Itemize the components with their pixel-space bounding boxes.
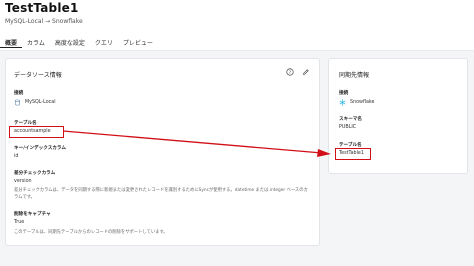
connection-label: 接続 bbox=[14, 91, 24, 96]
edit-icon[interactable] bbox=[301, 68, 310, 77]
page-title: TestTable1 bbox=[5, 1, 79, 15]
dest-connection-label: 接続 bbox=[339, 91, 349, 96]
capture-deletes-label: 削除をキャプチャ bbox=[14, 212, 51, 217]
capture-deletes-description: このテーブルは、同期先テーブルからのレコードの削除をサポートしています。 bbox=[14, 230, 168, 235]
data-source-card-title: データソース情報 bbox=[14, 72, 62, 79]
data-source-card: データソース情報 ? 接続 MySQL-Local テーブル名 accounts… bbox=[5, 58, 320, 246]
source-connection: MySQL-Local bbox=[14, 99, 56, 106]
capture-deletes-value: True bbox=[14, 220, 25, 225]
dest-table-highlight bbox=[335, 148, 371, 160]
diff-check-column-label: 差分チェックカラム bbox=[14, 171, 56, 176]
snowflake-icon bbox=[339, 99, 346, 106]
dest-connection-value: Snowflake bbox=[350, 100, 375, 105]
schema-name-value: PUBLIC bbox=[339, 125, 357, 130]
tab-columns[interactable]: カラム bbox=[22, 36, 50, 48]
destination-card: 同期先情報 接続 Snowflake スキーマ名 PUBLIC テーブル名 Te… bbox=[328, 58, 468, 174]
destination-card-title: 同期先情報 bbox=[339, 72, 370, 79]
source-table-highlight bbox=[9, 126, 64, 138]
tab-overview[interactable]: 概要 bbox=[0, 36, 23, 48]
diff-check-column-value: version bbox=[14, 179, 32, 184]
key-index-column-value: id bbox=[14, 154, 19, 159]
source-connection-value: MySQL-Local bbox=[25, 100, 56, 105]
tab-query[interactable]: クエリ bbox=[90, 36, 118, 48]
diff-check-column-description: 差分チェックカラムは、データを同期する際に新規または変更されたレコードを識別する… bbox=[14, 188, 308, 200]
help-circle-icon[interactable]: ? bbox=[285, 68, 294, 77]
dest-connection: Snowflake bbox=[339, 99, 374, 106]
schema-name-label: スキーマ名 bbox=[339, 117, 362, 122]
breadcrumb[interactable]: MySQL-Local → Snowflake bbox=[5, 18, 83, 25]
tab-preview[interactable]: プレビュー bbox=[118, 36, 158, 48]
tab-advanced-settings[interactable]: 高度な設定 bbox=[50, 36, 90, 48]
tab-bar: 概要 カラム 高度な設定 クエリ プレビュー bbox=[0, 36, 158, 50]
mysql-db-icon bbox=[14, 99, 21, 106]
key-index-column-label: キー/インデックスカラム bbox=[14, 146, 66, 151]
